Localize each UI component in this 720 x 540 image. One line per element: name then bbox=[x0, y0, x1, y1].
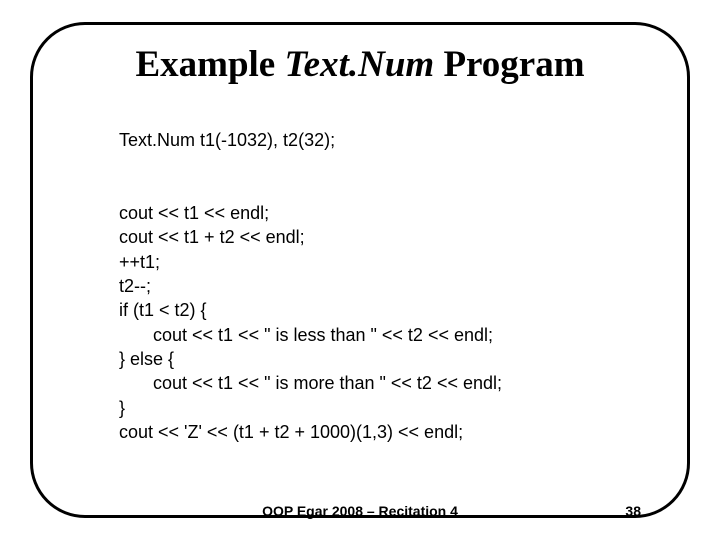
code-line-7: cout << t1 << " is less than " << t2 << … bbox=[119, 323, 493, 347]
slide: Example Text.Num Program Text.Num t1(-10… bbox=[0, 0, 720, 540]
code-block: Text.Num t1(-1032), t2(32); cout << t1 <… bbox=[119, 104, 649, 468]
code-line-5: t2--; bbox=[119, 276, 151, 296]
title-post: Program bbox=[434, 44, 584, 85]
slide-frame: Example Text.Num Program Text.Num t1(-10… bbox=[30, 22, 690, 518]
code-line-2: cout << t1 << endl; bbox=[119, 203, 269, 223]
code-line-3: cout << t1 + t2 << endl; bbox=[119, 227, 305, 247]
code-line-10: } bbox=[119, 398, 125, 418]
code-line-1: Text.Num t1(-1032), t2(32); bbox=[119, 130, 335, 150]
code-line-9: cout << t1 << " is more than " << t2 << … bbox=[119, 371, 502, 395]
page-number: 38 bbox=[625, 503, 641, 519]
code-line-8: } else { bbox=[119, 349, 174, 369]
slide-title: Example Text.Num Program bbox=[71, 43, 649, 86]
title-pre: Example bbox=[135, 44, 284, 85]
title-italic: Text.Num bbox=[284, 44, 434, 85]
code-blank-1 bbox=[119, 153, 649, 177]
code-line-4: ++t1; bbox=[119, 252, 160, 272]
footer-text: OOP Egar 2008 – Recitation 4 bbox=[33, 503, 687, 519]
code-line-6: if (t1 < t2) { bbox=[119, 300, 207, 320]
code-line-11: cout << 'Z' << (t1 + t2 + 1000)(1,3) << … bbox=[119, 422, 463, 442]
